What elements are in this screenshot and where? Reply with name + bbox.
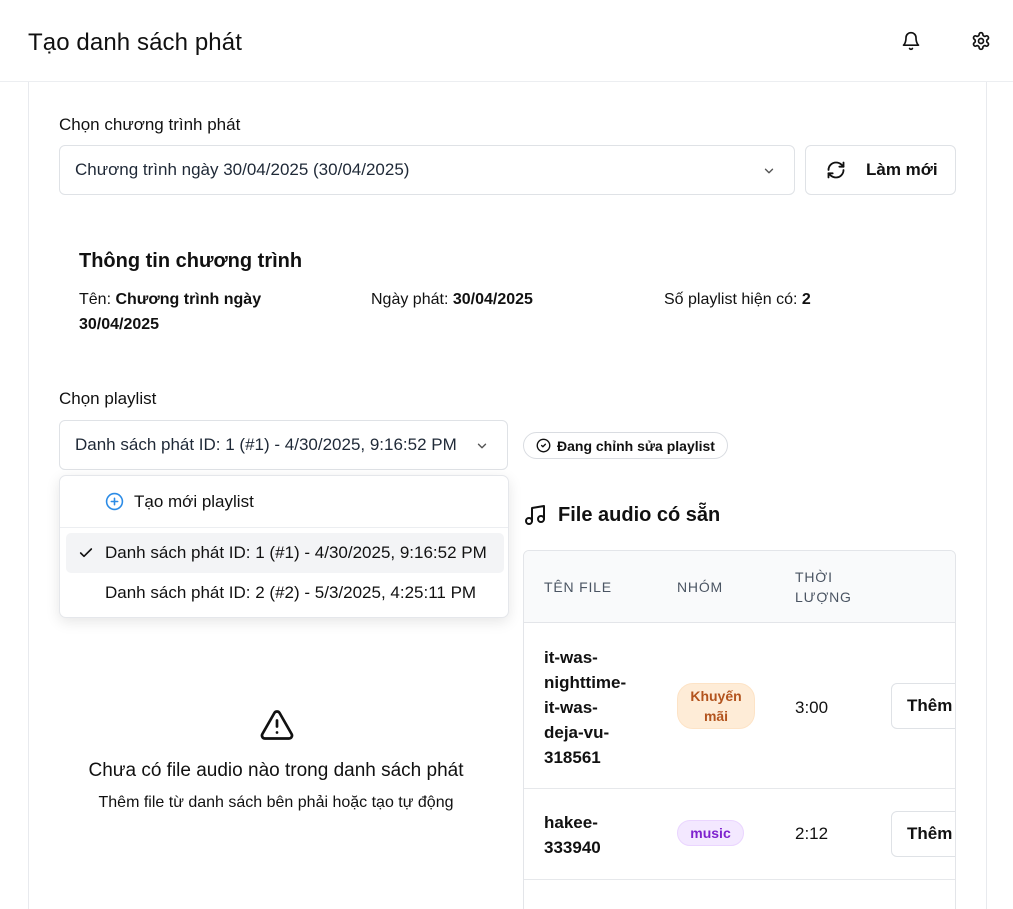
playlist-select-value: Danh sách phát ID: 1 (#1) - 4/30/2025, 9…: [75, 435, 457, 454]
refresh-icon: [826, 160, 846, 180]
check-icon: [78, 545, 94, 561]
warning-icon: [258, 707, 296, 743]
plus-circle-icon: [105, 492, 124, 511]
playlist-dropdown-menu: Tạo mới playlist Danh sách phát ID: 1 (#…: [59, 475, 509, 618]
audio-library-title: File audio có sẵn: [558, 503, 721, 526]
column-header-group: NHÓM: [677, 579, 723, 595]
program-name-value-line2: 30/04/2025: [79, 316, 160, 333]
playlist-select[interactable]: Danh sách phát ID: 1 (#1) - 4/30/2025, 9…: [59, 420, 508, 470]
group-tag-part: Khuyến: [690, 688, 742, 704]
column-header-duration-line1: THỜI: [795, 569, 833, 585]
table-row: it-was- nighttime- it-was- deja-vu- 3185…: [524, 623, 955, 789]
refresh-button[interactable]: Làm mới: [805, 145, 956, 195]
file-name-part: hakee-: [544, 813, 598, 832]
playlist-count-info: Số playlist hiện có: 2: [664, 287, 811, 312]
column-header-duration: THỜI LƯỢNG: [795, 567, 852, 607]
playlist-count-label: Số playlist hiện có:: [664, 291, 802, 308]
file-name: hakee- 333940: [544, 810, 639, 860]
create-playlist-option[interactable]: Tạo mới playlist: [60, 476, 508, 528]
top-bar: Tạo danh sách phát: [0, 0, 1013, 82]
playlist-option-label: Danh sách phát ID: 1 (#1) - 4/30/2025, 9…: [105, 543, 487, 562]
playlist-option-2[interactable]: Danh sách phát ID: 2 (#2) - 5/3/2025, 4:…: [66, 573, 504, 613]
playlist-option-1[interactable]: Danh sách phát ID: 1 (#1) - 4/30/2025, 9…: [66, 533, 504, 573]
file-name-part: deja-vu-: [544, 723, 610, 742]
music-note-icon: [523, 503, 547, 527]
column-header-filename: TÊN FILE: [544, 579, 612, 595]
empty-state-title: Chưa có file audio nào trong danh sách p…: [88, 760, 464, 781]
check-circle-icon: [536, 438, 551, 453]
audio-file-table: TÊN FILE NHÓM THỜI LƯỢNG it-was- nightti…: [523, 550, 956, 909]
program-name-info: Tên: Chương trình ngày 30/04/2025: [79, 287, 319, 337]
editing-badge-label: Đang chỉnh sửa playlist: [557, 437, 715, 454]
gear-icon[interactable]: [970, 30, 992, 52]
file-name-part: 318561: [544, 748, 601, 767]
playlist-count-value: 2: [801, 291, 811, 308]
chevron-down-icon: [762, 163, 776, 177]
file-name-part: it-was-: [544, 698, 598, 717]
editing-status-badge: Đang chỉnh sửa playlist: [523, 432, 728, 459]
program-name-label: Tên:: [79, 291, 116, 308]
refresh-button-label: Làm mới: [866, 160, 938, 179]
program-date-label: Ngày phát:: [371, 291, 453, 308]
add-file-button[interactable]: Thêm: [891, 683, 955, 729]
duration: 2:12: [795, 824, 829, 843]
program-select-value: Chương trình ngày 30/04/2025 (30/04/2025…: [75, 160, 410, 179]
playlist-option-label: Danh sách phát ID: 2 (#2) - 5/3/2025, 4:…: [105, 583, 477, 602]
chevron-down-icon: [475, 438, 489, 452]
duration: 3:00: [795, 698, 829, 717]
file-name-part: it-was-: [544, 648, 598, 667]
program-select[interactable]: Chương trình ngày 30/04/2025 (30/04/2025…: [59, 145, 795, 195]
column-header-duration-line2: LƯỢNG: [795, 589, 852, 605]
group-tag: Khuyến mãi: [677, 683, 755, 729]
program-name-value-line1: Chương trình ngày: [115, 291, 262, 308]
audio-library-header: File audio có sẵn: [523, 503, 720, 527]
group-tag-part: mãi: [703, 708, 729, 724]
program-date-info: Ngày phát: 30/04/2025: [371, 287, 533, 312]
program-select-label: Chọn chương trình phát: [59, 115, 241, 134]
file-name-part: nighttime-: [544, 673, 627, 692]
create-playlist-label: Tạo mới playlist: [134, 491, 254, 511]
program-date-value: 30/04/2025: [452, 291, 533, 308]
empty-state-subtitle: Thêm file từ danh sách bên phải hoặc tạo…: [98, 794, 454, 811]
file-name: it-was- nighttime- it-was- deja-vu- 3185…: [544, 645, 639, 770]
table-header: TÊN FILE NHÓM THỜI LƯỢNG: [524, 551, 955, 623]
program-info-title: Thông tin chương trình: [79, 250, 303, 272]
page-title: Tạo danh sách phát: [28, 29, 242, 56]
group-tag: music: [677, 820, 744, 846]
table-row: hakee- 333940 music 2:12 Thêm: [524, 789, 955, 880]
bell-icon[interactable]: [900, 30, 922, 52]
file-name-part: 333940: [544, 838, 601, 857]
add-file-button[interactable]: Thêm: [891, 811, 955, 857]
playlist-select-label: Chọn playlist: [59, 389, 157, 408]
